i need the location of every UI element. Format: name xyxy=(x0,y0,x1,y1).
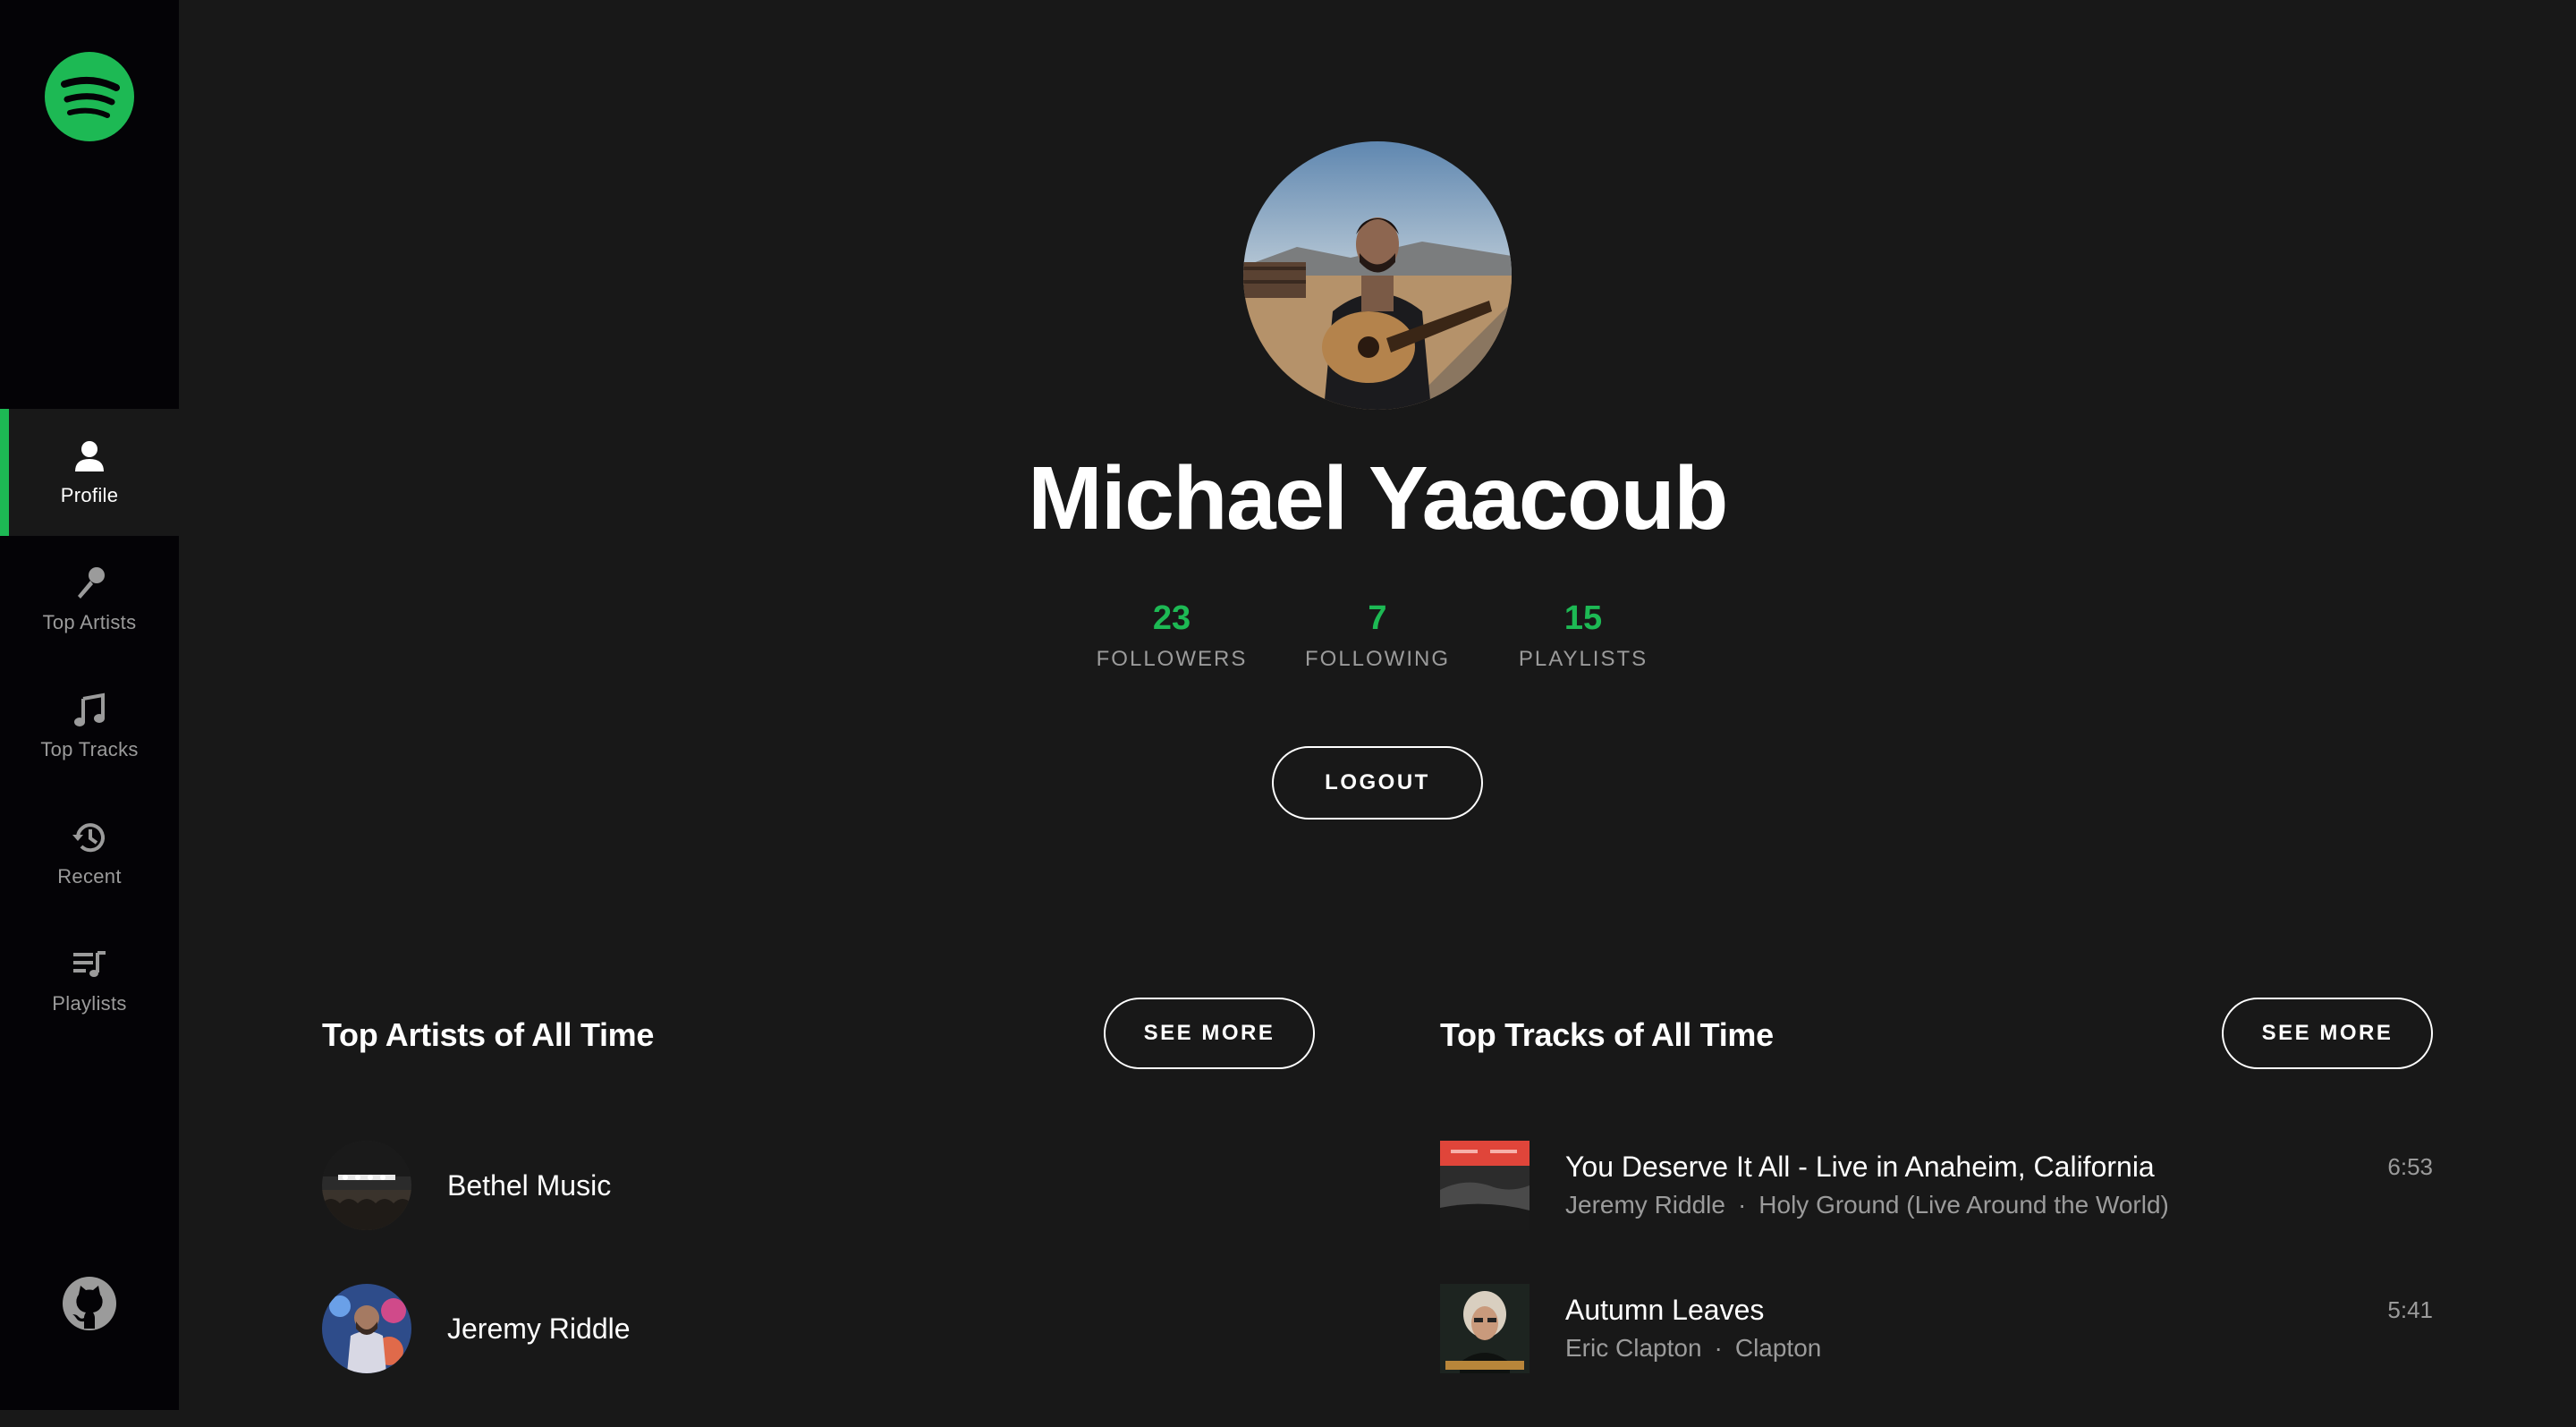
top-tracks-title: Top Tracks of All Time xyxy=(1440,1016,1774,1053)
track-info: Autumn Leaves Eric Clapton · Clapton xyxy=(1565,1291,1821,1366)
sidebar-item-label: Profile xyxy=(60,484,119,506)
album-art xyxy=(1440,1141,1530,1230)
top-artists-list: Bethel Music Jeremy Riddle xyxy=(322,1141,1315,1427)
stat-followers: 23 FOLLOWERS xyxy=(1082,595,1261,672)
artist-name: Jeremy Riddle xyxy=(447,1312,631,1345)
sidebar-item-label: Top Tracks xyxy=(40,738,139,760)
track-album: Holy Ground (Live Around the World) xyxy=(1758,1191,2169,1219)
logout-button[interactable]: LOGOUT xyxy=(1272,746,1483,820)
track-album: Clapton xyxy=(1734,1334,1822,1362)
main-content: Michael Yaacoub 23 FOLLOWERS 7 FOLLOWING… xyxy=(179,0,2576,1410)
music-note-icon xyxy=(74,692,105,726)
user-icon xyxy=(75,441,104,471)
separator: · xyxy=(1714,1334,1723,1362)
stat-following: 7 FOLLOWING xyxy=(1288,595,1467,672)
track-info: You Deserve It All - Live in Anaheim, Ca… xyxy=(1565,1148,2169,1223)
stat-value: 23 xyxy=(1152,599,1191,637)
spotify-logo-icon[interactable] xyxy=(45,52,134,141)
track-duration: 6:53 xyxy=(2387,1153,2433,1180)
track-duration: 5:41 xyxy=(2387,1296,2433,1323)
stat-value: 7 xyxy=(1368,599,1387,637)
table-row[interactable]: You Deserve It All - Live in Anaheim, Ca… xyxy=(1440,1141,2433,1230)
separator: · xyxy=(1737,1191,1747,1219)
sidebar-item-top-artists[interactable]: Top Artists xyxy=(0,536,179,663)
avatar xyxy=(1243,141,1512,410)
track-name: Autumn Leaves xyxy=(1565,1294,1765,1326)
sidebar-nav: Profile Top Artists Top Tracks Recent Pl… xyxy=(0,409,179,1044)
see-more-artists-button[interactable]: SEE MORE xyxy=(1104,998,1315,1069)
github-icon[interactable] xyxy=(61,1275,118,1332)
list-item[interactable]: Bethel Music xyxy=(322,1141,1315,1230)
sidebar-item-playlists[interactable]: Playlists xyxy=(0,917,179,1044)
album-art xyxy=(1440,1284,1530,1373)
list-item[interactable]: Jeremy Riddle xyxy=(322,1284,1315,1373)
artist-name: Bethel Music xyxy=(447,1168,612,1202)
stat-value: 15 xyxy=(1563,599,1603,637)
artist-image xyxy=(322,1284,411,1373)
top-artists-title: Top Artists of All Time xyxy=(322,1016,655,1053)
track-meta: Eric Clapton · Clapton xyxy=(1565,1330,1821,1366)
track-artist: Eric Clapton xyxy=(1565,1334,1702,1362)
history-icon xyxy=(72,823,105,853)
sidebar-item-label: Playlists xyxy=(52,992,127,1015)
stat-label: FOLLOWERS xyxy=(1096,647,1248,671)
stat-playlists: 15 PLAYLISTS xyxy=(1494,595,1673,672)
see-more-tracks-button[interactable]: SEE MORE xyxy=(2222,998,2433,1069)
profile-photo xyxy=(1243,141,1512,410)
track-name: You Deserve It All - Live in Anaheim, Ca… xyxy=(1565,1151,2155,1183)
track-meta: Jeremy Riddle · Holy Ground (Live Around t… xyxy=(1565,1187,2169,1223)
sidebar: Profile Top Artists Top Tracks Recent Pl… xyxy=(0,0,179,1410)
track-artist: Jeremy Riddle xyxy=(1565,1191,1725,1219)
sidebar-item-recent[interactable]: Recent xyxy=(0,790,179,917)
microphone-icon xyxy=(78,567,105,599)
sidebar-item-label: Recent xyxy=(57,865,122,888)
profile-name: Michael Yaacoub xyxy=(1028,448,1728,548)
sidebar-item-profile[interactable]: Profile xyxy=(0,409,179,536)
stat-label: PLAYLISTS xyxy=(1518,647,1648,671)
sidebar-item-label: Top Artists xyxy=(42,611,137,633)
top-tracks-list: You Deserve It All - Live in Anaheim, Ca… xyxy=(1440,1141,2433,1427)
profile-stats: 23 FOLLOWERS 7 FOLLOWING 15 PLAYLISTS xyxy=(1082,595,1673,672)
sidebar-item-top-tracks[interactable]: Top Tracks xyxy=(0,663,179,790)
stat-label: FOLLOWING xyxy=(1304,647,1450,671)
playlist-icon xyxy=(73,951,106,977)
artist-image xyxy=(322,1141,411,1230)
table-row[interactable]: Autumn Leaves Eric Clapton · Clapton 5:41 xyxy=(1440,1284,2433,1373)
